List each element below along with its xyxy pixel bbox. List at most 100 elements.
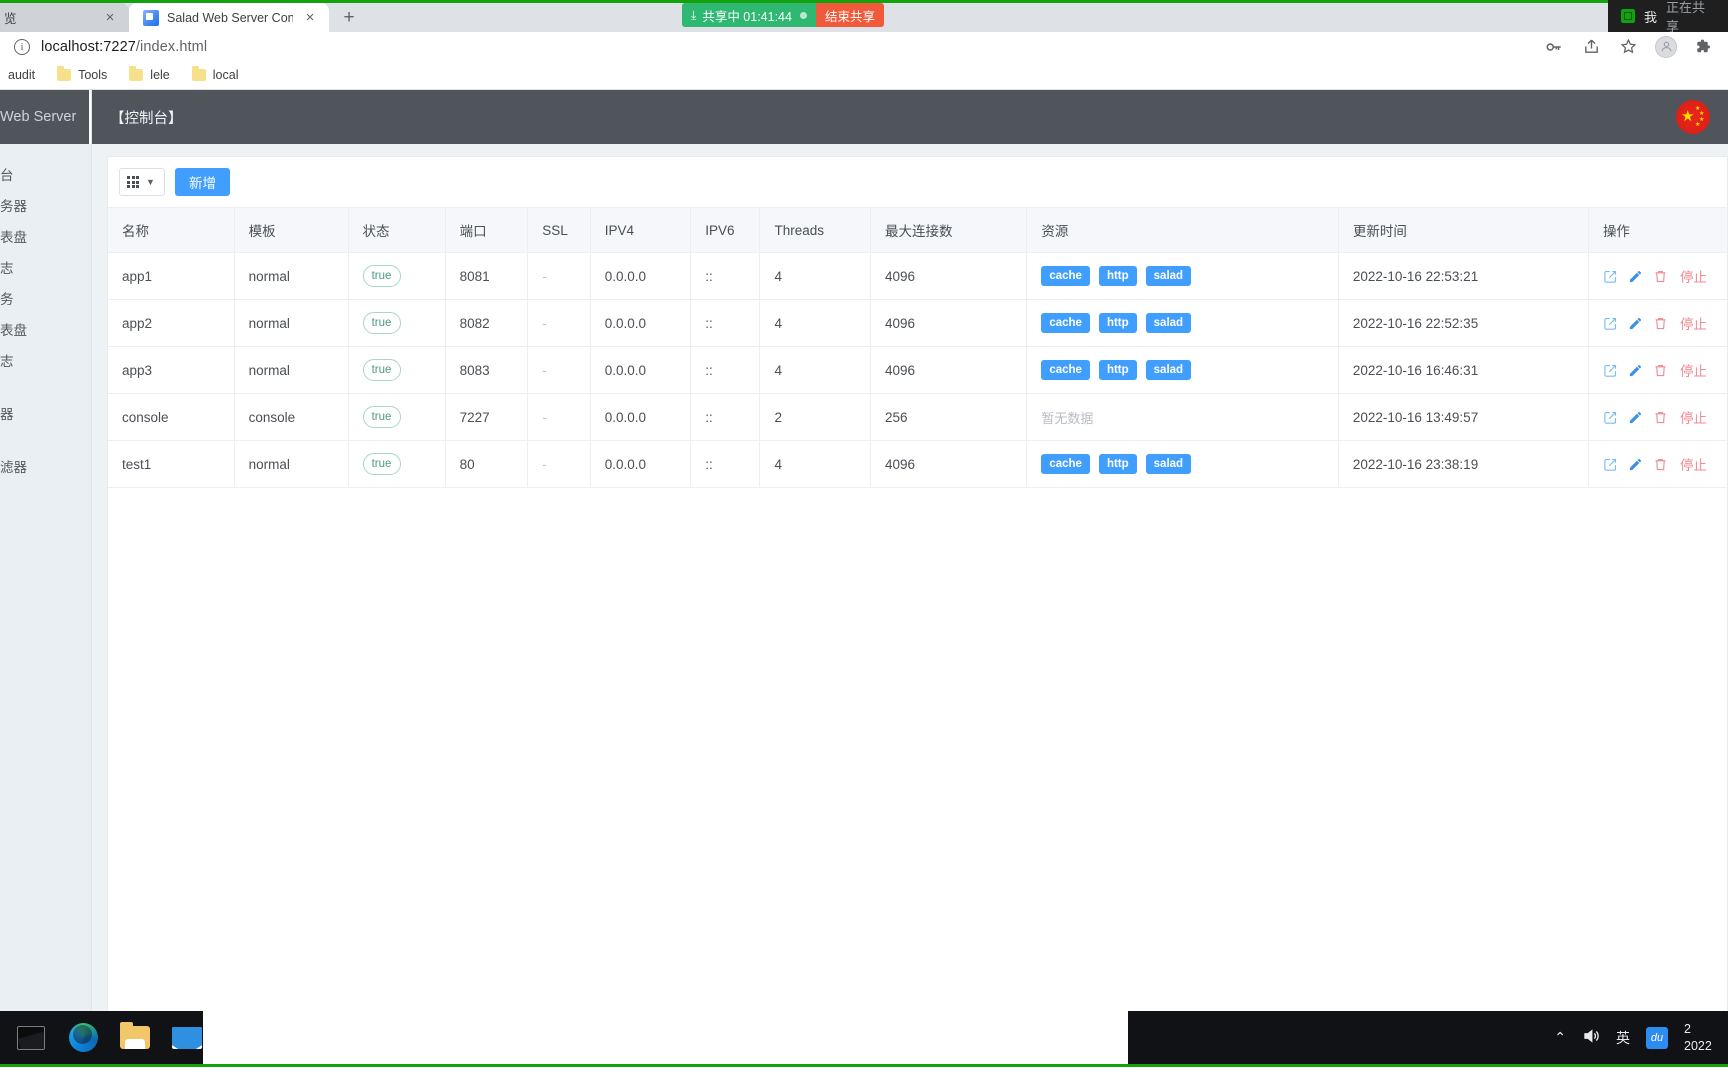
baidu-ime-icon[interactable]: du xyxy=(1646,1026,1668,1049)
sidebar-item-service[interactable]: 务 xyxy=(0,282,91,313)
tray-chevron-up-icon[interactable]: ⌃ xyxy=(1554,1029,1566,1046)
grid-icon xyxy=(127,176,139,188)
close-icon[interactable]: × xyxy=(301,9,319,27)
sidebar-item-label: 器 xyxy=(0,406,14,422)
browser-tab-inactive[interactable]: 览 × xyxy=(0,3,129,32)
resource-tags: cache http salad xyxy=(1041,359,1338,381)
main-content: 【控制台】 ★ ★ ★ ★ ★ ▼ 新增 名称 模板 状态 端口 SSL IPV… xyxy=(92,90,1728,1011)
row-actions: 停止 xyxy=(1603,454,1727,474)
browser-tab-active[interactable]: Salad Web Server Console × xyxy=(129,3,329,32)
sidebar-menu: 台 务器 表盘 志 务 表盘 志 器 滤器 xyxy=(0,144,91,481)
file-explorer-icon[interactable] xyxy=(112,1015,158,1061)
volume-icon[interactable] xyxy=(1582,1027,1600,1048)
cell-ssl: - xyxy=(527,252,591,300)
resource-tag[interactable]: http xyxy=(1098,359,1137,381)
delete-icon[interactable] xyxy=(1653,269,1668,284)
cell-name: app2 xyxy=(108,299,235,347)
cell-name: test1 xyxy=(108,440,235,488)
stop-button[interactable]: 停止 xyxy=(1680,360,1707,380)
extensions-icon[interactable] xyxy=(1694,37,1714,57)
clock-time: 2 xyxy=(1684,1021,1691,1036)
cell-max-connections: 4096 xyxy=(870,252,1028,300)
cell-name: app3 xyxy=(108,346,235,394)
delete-icon[interactable] xyxy=(1653,410,1668,425)
sidebar-item-dashboard[interactable]: 表盘 xyxy=(0,220,91,251)
bookmark-item[interactable]: audit xyxy=(0,65,43,85)
profile-icon[interactable] xyxy=(1655,35,1677,58)
edit-icon[interactable] xyxy=(1628,363,1643,378)
delete-icon[interactable] xyxy=(1653,316,1668,331)
share-icon[interactable] xyxy=(1581,37,1601,57)
clock[interactable]: 2 2022 xyxy=(1684,1021,1720,1055)
sidebar-item-log[interactable]: 志 xyxy=(0,251,91,282)
delete-icon[interactable] xyxy=(1653,457,1668,472)
resource-tag[interactable]: cache xyxy=(1041,312,1090,334)
resource-tag[interactable]: salad xyxy=(1145,453,1192,475)
sidebar-item-filter[interactable]: 滤器 xyxy=(0,450,91,481)
edit-icon[interactable] xyxy=(1628,457,1643,472)
resource-tag[interactable]: salad xyxy=(1145,359,1192,381)
china-flag-icon[interactable]: ★ ★ ★ ★ ★ xyxy=(1676,100,1710,134)
terminal-icon[interactable] xyxy=(8,1015,54,1061)
edit-icon[interactable] xyxy=(1628,316,1643,331)
table-row[interactable]: app1 normal true 8081-0.0.0.0:: 4 4096 cache ht… xyxy=(108,252,1727,300)
resource-tag[interactable]: salad xyxy=(1145,265,1192,287)
col-actions: 操作 xyxy=(1588,207,1727,253)
ime-indicator[interactable]: 英 xyxy=(1616,1028,1630,1048)
status-badge: true xyxy=(362,406,401,428)
bookmark-item[interactable]: Tools xyxy=(49,65,115,85)
edge-icon[interactable] xyxy=(60,1015,106,1061)
table-row[interactable]: console console true 7227-0.0.0.0:: 2 256 暂无数据… xyxy=(108,393,1727,441)
sidebar-item-log-2[interactable]: 志 xyxy=(0,344,91,375)
table-row[interactable]: test1 normal true 80-0.0.0.0:: 4 4096 cache htt… xyxy=(108,440,1727,488)
url-host: localhost:7227 xyxy=(41,38,136,55)
external-edit-icon[interactable] xyxy=(1603,316,1618,331)
resource-tag[interactable]: http xyxy=(1098,312,1137,334)
cell-ipv4: 0.0.0.0 xyxy=(590,393,692,441)
sidebar-item-console[interactable]: 台 xyxy=(0,158,91,189)
bookmark-item[interactable]: lele xyxy=(121,65,177,85)
new-tab-button[interactable]: + xyxy=(335,3,363,31)
status-badge: true xyxy=(362,453,401,475)
site-info-icon[interactable]: i xyxy=(14,38,30,55)
cell-name: app1 xyxy=(108,252,235,300)
omnibar-actions xyxy=(1544,35,1714,58)
sidebar-item-device[interactable]: 器 xyxy=(0,397,91,428)
key-icon[interactable] xyxy=(1544,37,1564,57)
sidebar-item-label: 志 xyxy=(0,260,14,276)
cell-ipv4: 0.0.0.0 xyxy=(590,346,692,394)
edit-icon[interactable] xyxy=(1628,410,1643,425)
table-row[interactable]: app2 normal true 8082-0.0.0.0:: 4 4096 cache ht… xyxy=(108,299,1727,347)
external-edit-icon[interactable] xyxy=(1603,363,1618,378)
resource-tag[interactable]: cache xyxy=(1041,265,1090,287)
column-selector-dropdown[interactable]: ▼ xyxy=(119,168,165,196)
delete-icon[interactable] xyxy=(1653,363,1668,378)
edit-icon[interactable] xyxy=(1628,269,1643,284)
star-icon[interactable] xyxy=(1618,37,1638,57)
external-edit-icon[interactable] xyxy=(1603,410,1618,425)
sidebar-item-dashboard-2[interactable]: 表盘 xyxy=(0,313,91,344)
external-edit-icon[interactable] xyxy=(1603,457,1618,472)
stop-share-button[interactable]: 结束共享 xyxy=(815,3,884,27)
resource-tag[interactable]: salad xyxy=(1145,312,1192,334)
resource-tag[interactable]: http xyxy=(1098,265,1137,287)
tab-title: 览 xyxy=(4,12,17,26)
stop-button[interactable]: 停止 xyxy=(1680,313,1707,333)
resource-tag[interactable]: cache xyxy=(1041,453,1090,475)
resource-tag[interactable]: http xyxy=(1098,453,1137,475)
stop-button[interactable]: 停止 xyxy=(1680,454,1707,474)
star-glyph: ★ xyxy=(1681,108,1695,125)
table-row[interactable]: app3 normal true 8083-0.0.0.0:: 4 4096 cache ht… xyxy=(108,346,1727,394)
add-button[interactable]: 新增 xyxy=(175,168,230,196)
external-edit-icon[interactable] xyxy=(1603,269,1618,284)
address-bar[interactable]: i localhost:7227/index.html xyxy=(0,32,1728,61)
stop-button[interactable]: 停止 xyxy=(1680,266,1707,286)
resource-tag[interactable]: cache xyxy=(1041,359,1090,381)
bookmark-item[interactable]: local xyxy=(184,65,247,85)
sidebar-item-server[interactable]: 务器 xyxy=(0,189,91,220)
bookmark-label: local xyxy=(212,68,239,82)
sidebar-item-label: 台 xyxy=(0,167,14,183)
close-icon[interactable]: × xyxy=(101,9,119,27)
cell-port: 8083 xyxy=(445,346,529,394)
stop-button[interactable]: 停止 xyxy=(1680,407,1707,427)
